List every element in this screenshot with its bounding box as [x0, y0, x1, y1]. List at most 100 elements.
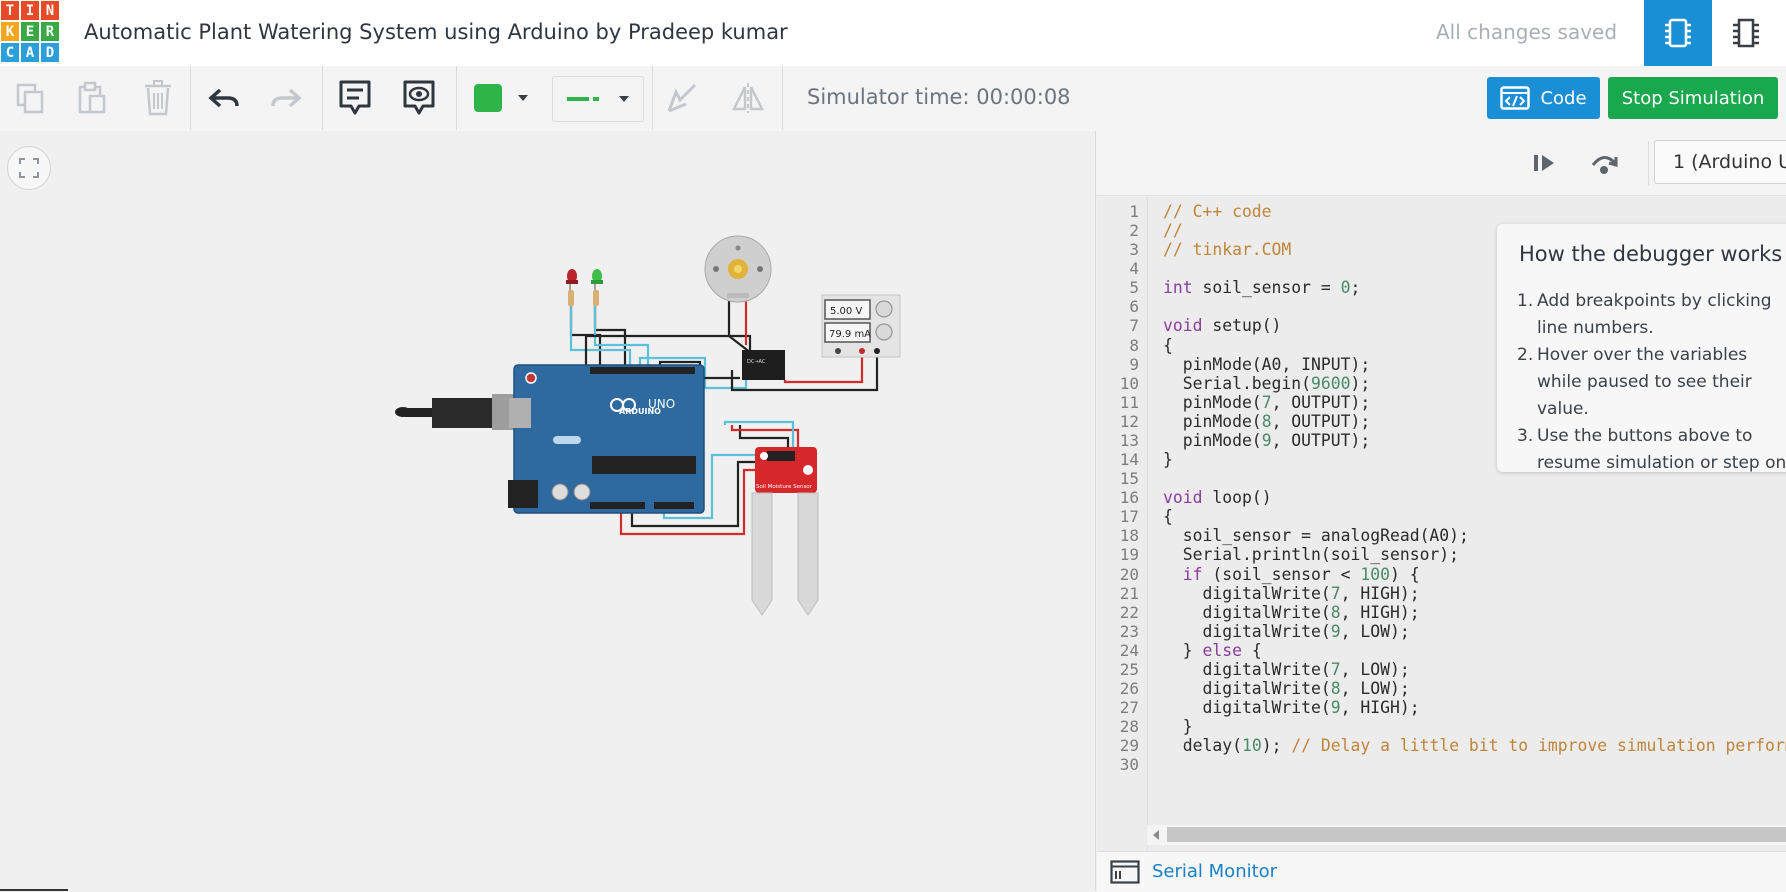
- code-line[interactable]: digitalWrite(9, HIGH);: [1163, 698, 1419, 717]
- code-line[interactable]: void loop(): [1163, 488, 1272, 507]
- paste-button[interactable]: [70, 66, 114, 130]
- line-number[interactable]: 25: [1120, 660, 1139, 679]
- toolbar-divider: [456, 66, 457, 130]
- line-number[interactable]: 15: [1120, 469, 1139, 488]
- code-line[interactable]: } else {: [1163, 641, 1262, 660]
- horizontal-scrollbar[interactable]: [1147, 825, 1786, 845]
- debugger-step-number: 3.: [1517, 426, 1534, 446]
- line-number[interactable]: 24: [1120, 641, 1139, 660]
- code-line[interactable]: //: [1163, 221, 1183, 240]
- code-line[interactable]: digitalWrite(7, HIGH);: [1163, 584, 1419, 603]
- line-number[interactable]: 7: [1129, 316, 1139, 335]
- line-number[interactable]: 23: [1120, 622, 1139, 641]
- line-number[interactable]: 14: [1120, 450, 1139, 469]
- line-number[interactable]: 20: [1120, 565, 1139, 584]
- save-status: All changes saved: [1436, 20, 1618, 44]
- line-number[interactable]: 19: [1120, 545, 1139, 564]
- code-line[interactable]: pinMode(A0, INPUT);: [1163, 355, 1371, 374]
- resume-button[interactable]: [1526, 131, 1562, 195]
- circuit-diagram: 5.00 V 79.9 mA DC→AC ARDUINO UNO Soil Mo…: [395, 235, 901, 616]
- code-line[interactable]: digitalWrite(8, LOW);: [1163, 679, 1409, 698]
- notes-visibility-button[interactable]: [396, 66, 442, 130]
- wire-type-picker[interactable]: [552, 76, 644, 122]
- code-line[interactable]: // tinkar.COM: [1163, 240, 1291, 259]
- header-divider: [1648, 141, 1649, 185]
- code-line[interactable]: delay(10); // Delay a little bit to impr…: [1163, 736, 1786, 755]
- simulator-time: Simulator time: 00:00:08: [807, 85, 1071, 109]
- line-number[interactable]: 22: [1120, 603, 1139, 622]
- serial-monitor-bar[interactable]: Serial Monitor: [1097, 851, 1786, 892]
- device-select[interactable]: 1 (Arduino Uno R3): [1654, 140, 1786, 184]
- step-over-icon: [1591, 156, 1618, 174]
- code-line[interactable]: {: [1163, 507, 1173, 526]
- line-number[interactable]: 30: [1120, 755, 1139, 774]
- line-number[interactable]: 2: [1129, 221, 1139, 240]
- code-line[interactable]: digitalWrite(8, HIGH);: [1163, 603, 1419, 622]
- project-title[interactable]: Automatic Plant Watering System using Ar…: [84, 20, 788, 44]
- copy-button[interactable]: [8, 66, 52, 130]
- line-number-gutter[interactable]: 1 2 3 4 5 6 7 8 9 10 11 12 13 14 15 16 17 18 19 20 21 22 23 24 2…: [1097, 197, 1148, 851]
- code-line[interactable]: pinMode(9, OUTPUT);: [1163, 431, 1371, 450]
- line-number[interactable]: 11: [1120, 393, 1139, 412]
- delete-button[interactable]: [136, 66, 180, 130]
- code-line[interactable]: }: [1163, 717, 1193, 736]
- code-button[interactable]: Code: [1487, 77, 1600, 119]
- code-line[interactable]: // C++ code: [1163, 202, 1272, 221]
- line-number[interactable]: 13: [1120, 431, 1139, 450]
- stop-simulation-button[interactable]: Stop Simulation: [1608, 77, 1778, 119]
- sensor-label: Soil Moisture Sensor: [756, 484, 813, 490]
- line-number[interactable]: 17: [1120, 507, 1139, 526]
- code-line[interactable]: Serial.println(soil_sensor);: [1163, 545, 1459, 564]
- debugger-step-text: Hover over the variables while paused to…: [1537, 345, 1752, 419]
- flip-button[interactable]: [726, 66, 770, 130]
- serial-monitor-label: Serial Monitor: [1152, 861, 1278, 882]
- line-number[interactable]: 12: [1120, 412, 1139, 431]
- notes-button[interactable]: [332, 66, 378, 130]
- line-number[interactable]: 28: [1120, 717, 1139, 736]
- line-number[interactable]: 26: [1120, 679, 1139, 698]
- color-picker[interactable]: [462, 66, 542, 130]
- code-line[interactable]: int soil_sensor = 0;: [1163, 278, 1360, 297]
- undo-button[interactable]: [202, 66, 246, 130]
- code-line[interactable]: Serial.begin(9600);: [1163, 374, 1371, 393]
- logo-letter: R: [41, 22, 59, 41]
- align-button[interactable]: [660, 66, 704, 130]
- code-line[interactable]: pinMode(7, OUTPUT);: [1163, 393, 1371, 412]
- line-number[interactable]: 16: [1120, 488, 1139, 507]
- paste-icon: [78, 81, 106, 114]
- line-number[interactable]: 29: [1120, 736, 1139, 755]
- line-number[interactable]: 18: [1120, 526, 1139, 545]
- code-line[interactable]: digitalWrite(7, LOW);: [1163, 660, 1409, 679]
- circuit-canvas[interactable]: 5.00 V 79.9 mA DC→AC ARDUINO UNO Soil Mo…: [0, 131, 1095, 891]
- code-line[interactable]: {: [1163, 336, 1173, 355]
- line-number[interactable]: 4: [1129, 259, 1139, 278]
- line-number[interactable]: 10: [1120, 374, 1139, 393]
- schematic-view-button[interactable]: [1712, 0, 1780, 66]
- circuit-view-button[interactable]: [1644, 0, 1712, 66]
- line-number[interactable]: 21: [1120, 584, 1139, 603]
- line-number[interactable]: 5: [1129, 278, 1139, 297]
- code-line[interactable]: digitalWrite(9, LOW);: [1163, 622, 1409, 641]
- flip-icon: [731, 83, 765, 113]
- line-number[interactable]: 6: [1129, 297, 1139, 316]
- scrollbar-thumb[interactable]: [1167, 827, 1786, 842]
- redo-button[interactable]: [264, 66, 308, 130]
- line-number[interactable]: 27: [1120, 698, 1139, 717]
- debugger-help-popover: How the debugger works 1. Add breakpoints…: [1497, 224, 1786, 472]
- step-over-button[interactable]: [1584, 131, 1624, 195]
- notes-visibility-icon: [403, 80, 435, 115]
- code-line[interactable]: pinMode(8, OUTPUT);: [1163, 412, 1371, 431]
- code-line[interactable]: soil_sensor = analogRead(A0);: [1163, 526, 1469, 545]
- line-number[interactable]: 8: [1129, 336, 1139, 355]
- line-number[interactable]: 1: [1129, 202, 1139, 221]
- line-number[interactable]: 3: [1129, 240, 1139, 259]
- debugger-step-text: Add breakpoints by clicking line numbers…: [1537, 291, 1772, 338]
- color-swatch: [474, 84, 502, 112]
- code-line[interactable]: if (soil_sensor < 100) {: [1163, 565, 1420, 584]
- code-line[interactable]: void setup(): [1163, 316, 1281, 335]
- schematic-view-icon: [1733, 18, 1759, 48]
- code-line[interactable]: }: [1163, 450, 1173, 469]
- line-number[interactable]: 9: [1129, 355, 1139, 374]
- tinkercad-logo[interactable]: TIN KER CAD: [0, 0, 60, 64]
- debugger-step-number: 2.: [1517, 345, 1534, 365]
